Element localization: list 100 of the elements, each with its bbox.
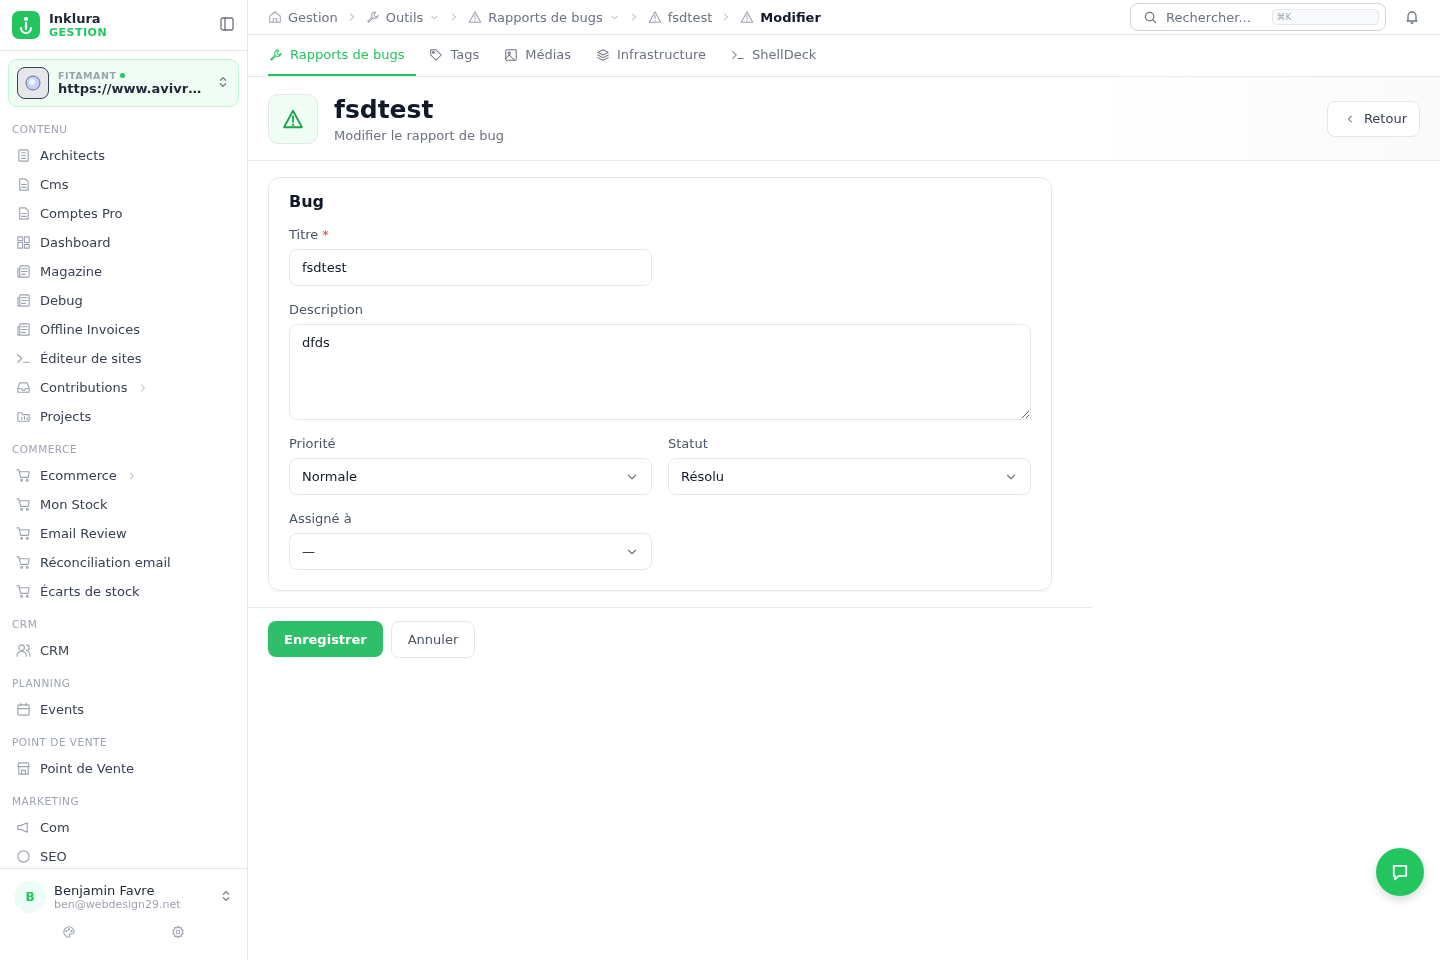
warning-icon	[268, 93, 318, 144]
sidebar-item[interactable]: Contributions	[8, 373, 239, 402]
circle-icon	[16, 849, 31, 864]
users-icon	[16, 643, 31, 658]
sidebar-item[interactable]: Offline Invoices	[8, 315, 239, 344]
cart-icon	[16, 497, 31, 512]
breadcrumb-link[interactable]: Outils	[365, 9, 441, 25]
select-field[interactable]: —	[289, 533, 652, 570]
workspace-url: https://www.avivr…	[58, 81, 202, 96]
brand-subtitle: GESTION	[49, 25, 108, 39]
brand-name: Inklura	[49, 11, 102, 26]
breadcrumb-link[interactable]: Rapports de bugs	[468, 9, 620, 25]
document-icon	[16, 206, 31, 221]
calendar-icon	[16, 702, 31, 717]
shortcut-hint: ⌘K	[1271, 9, 1379, 25]
user-menu[interactable]: B Benjamin Favre ben@webdesign29.net	[14, 881, 233, 913]
tab[interactable]: Infrastructure	[595, 35, 718, 76]
newspaper-icon	[16, 293, 31, 308]
sidebar-item[interactable]: Projects	[8, 402, 239, 431]
chat-button[interactable]	[1376, 848, 1424, 896]
sidebar-item[interactable]: Email Review	[8, 519, 239, 548]
field-label: Description	[289, 302, 364, 317]
cart-icon	[16, 468, 31, 483]
layers-icon	[596, 47, 611, 62]
tab[interactable]: Tags	[428, 35, 492, 76]
terminal-icon	[16, 351, 31, 366]
newspaper-icon	[16, 264, 31, 279]
sidebar-item[interactable]: Magazine	[8, 257, 239, 286]
sidebar-item[interactable]: Éditeur de sites	[8, 344, 239, 373]
bell-icon	[1404, 9, 1420, 25]
tab[interactable]: Médias	[503, 35, 584, 76]
workspace-switcher[interactable]: FITAMANT https://www.avivr…	[8, 59, 239, 107]
section-label: COMMERCE	[11, 442, 79, 457]
inbox-icon	[16, 380, 31, 395]
section-label: CONTENU	[11, 122, 69, 137]
sidebar-item[interactable]: Debug	[8, 286, 239, 315]
building-icon	[16, 148, 31, 163]
settings-icon	[171, 925, 186, 939]
sidebar-item[interactable]: Écarts de stock	[8, 577, 239, 606]
select-field[interactable]: Résolu	[668, 458, 1031, 495]
select-field[interactable]: Normale	[289, 458, 652, 495]
page-subtitle: Modifier le rapport de bug	[334, 127, 504, 143]
warning-icon	[468, 10, 483, 24]
sidebar-item[interactable]: SEO	[8, 842, 239, 868]
wrench-icon	[365, 10, 380, 24]
sidebar-item[interactable]: Point de Vente	[8, 754, 239, 783]
grid-icon	[16, 235, 31, 250]
wrench-icon	[269, 47, 283, 62]
sidebar-item[interactable]: Ecommerce	[8, 461, 239, 490]
cart-icon	[16, 584, 31, 599]
avatar: B	[14, 881, 46, 913]
user-name: Benjamin Favre	[54, 883, 156, 898]
tab[interactable]: ShellDeck	[730, 35, 829, 76]
image-icon	[504, 47, 519, 62]
sidebar-item[interactable]: Events	[8, 695, 239, 724]
card-title: Bug	[289, 192, 326, 211]
megaphone-icon	[16, 820, 31, 835]
newspaper-icon	[16, 322, 31, 337]
field-label: Assigné à	[289, 511, 352, 526]
sidebar-item[interactable]: Dashboard	[8, 228, 239, 257]
back-button[interactable]: Retour	[1326, 100, 1420, 137]
text-area[interactable]: dfds	[289, 324, 1031, 420]
store-icon	[16, 761, 31, 776]
search-icon	[1143, 9, 1158, 25]
section-label: PLANNING	[11, 676, 72, 691]
page-title: fsdtest	[334, 94, 435, 124]
cart-icon	[16, 555, 31, 570]
section-label: MARKETING	[11, 794, 81, 809]
cart-icon	[16, 526, 31, 541]
chat-icon	[1390, 862, 1410, 882]
home-icon	[268, 10, 282, 24]
sidebar-item[interactable]: Réconciliation email	[8, 548, 239, 577]
workspace-name: FITAMANT	[58, 70, 117, 81]
search-field[interactable]: Rechercher... ⌘K	[1130, 3, 1386, 31]
required-mark: *	[322, 227, 329, 242]
breadcrumb-link[interactable]: Modifier	[740, 9, 821, 25]
sidebar-toggle-icon	[219, 15, 235, 32]
text-field[interactable]: fsdtest	[289, 249, 652, 286]
sidebar-item[interactable]: Com	[8, 813, 239, 842]
folder-icon	[16, 409, 31, 424]
sidebar-item[interactable]: CRM	[8, 636, 239, 665]
section-label: CRM	[11, 617, 39, 632]
section-label: POINT DE VENTE	[11, 735, 109, 750]
sidebar-item[interactable]: Architects	[8, 141, 239, 170]
breadcrumb-link[interactable]: fsdtest	[647, 9, 713, 25]
breadcrumb-link[interactable]: Gestion	[268, 9, 338, 25]
cancel-button[interactable]: Annuler	[390, 621, 476, 658]
palette-icon	[61, 925, 76, 939]
field-label: Statut	[668, 436, 708, 451]
field-label: Titre	[289, 227, 319, 242]
user-email: ben@webdesign29.net	[54, 898, 181, 911]
sidebar-item[interactable]: Mon Stock	[8, 490, 239, 519]
logo-icon	[12, 11, 40, 39]
sidebar-item[interactable]: Comptes Pro	[8, 199, 239, 228]
document-icon	[16, 177, 31, 192]
warning-icon	[740, 10, 755, 24]
globe-icon	[17, 67, 49, 99]
sidebar-item[interactable]: Cms	[8, 170, 239, 199]
warning-icon	[647, 10, 662, 24]
field-label: Priorité	[289, 436, 336, 451]
